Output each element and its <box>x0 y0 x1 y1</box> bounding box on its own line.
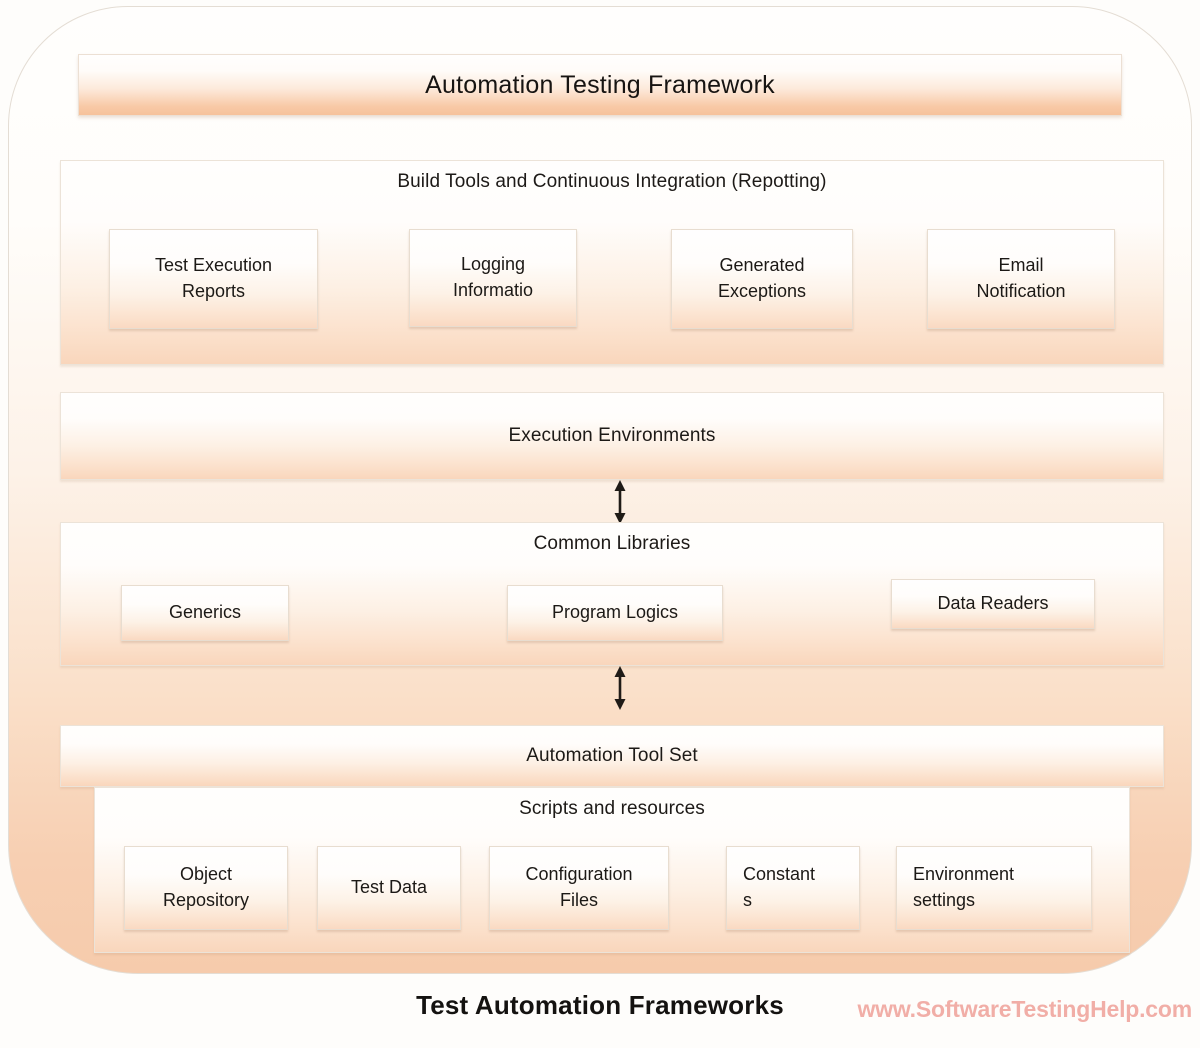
node-logging-information: Logging Informatio <box>409 229 577 327</box>
node-constants: Constant s <box>726 846 860 930</box>
node-line: Repository <box>162 890 250 910</box>
node-line: Test Execution <box>154 255 273 276</box>
site-watermark: www.SoftwareTestingHelp.com <box>857 996 1192 1022</box>
node-line: Test Data <box>350 877 428 898</box>
node-generated-exceptions: Generated Exceptions <box>671 229 853 329</box>
section-build-tools: Build Tools and Continuous Integration (… <box>60 160 1164 365</box>
node-line: Notification <box>976 281 1066 301</box>
node-email-notification: Email Notification <box>927 229 1115 329</box>
node-line: Files <box>559 890 598 910</box>
section-common-libraries: Common Libraries Generics Program Logics… <box>60 522 1164 666</box>
node-test-execution-reports: Test Execution Reports <box>109 229 318 329</box>
node-line: Exceptions <box>717 281 807 301</box>
node-line: Email <box>998 255 1044 276</box>
section-scripts-and-resources: Scripts and resources Object Repository … <box>94 787 1130 953</box>
node-program-logics: Program Logics <box>507 585 723 641</box>
node-line: Logging <box>460 254 526 275</box>
node-line: settings <box>913 890 976 910</box>
node-generics: Generics <box>121 585 289 641</box>
section-execution-environments: Execution Environments <box>60 392 1164 480</box>
double-arrow-icon <box>614 480 626 524</box>
node-environment-settings: Environment settings <box>896 846 1092 930</box>
framework-title-label: Automation Testing Framework <box>425 70 775 99</box>
section-execution-environments-title: Execution Environments <box>508 425 716 446</box>
node-line: Generated <box>719 255 805 276</box>
node-line: Constant <box>743 864 816 885</box>
node-line: Configuration <box>525 864 633 885</box>
section-scripts-and-resources-title: Scripts and resources <box>519 798 705 819</box>
framework-title-bar: Automation Testing Framework <box>78 54 1122 116</box>
node-test-data: Test Data <box>317 846 461 930</box>
node-line: s <box>743 890 752 910</box>
section-automation-tool-set-title: Automation Tool Set <box>526 745 698 766</box>
node-line: Environment <box>913 864 1015 885</box>
node-line: Program Logics <box>551 602 679 623</box>
node-line: Generics <box>168 602 242 623</box>
node-line: Object <box>179 864 233 885</box>
section-automation-tool-set: Automation Tool Set <box>60 725 1164 787</box>
section-build-tools-title: Build Tools and Continuous Integration (… <box>397 171 827 192</box>
node-object-repository: Object Repository <box>124 846 288 930</box>
node-configuration-files: Configuration Files <box>489 846 669 930</box>
node-line: Data Readers <box>937 593 1049 614</box>
node-line: Reports <box>181 281 246 301</box>
section-common-libraries-title: Common Libraries <box>533 533 691 554</box>
double-arrow-icon <box>614 666 626 710</box>
diagram-canvas: Automation Testing Framework Build Tools… <box>0 0 1200 1048</box>
node-line: Informatio <box>452 280 534 300</box>
node-data-readers: Data Readers <box>891 579 1095 629</box>
